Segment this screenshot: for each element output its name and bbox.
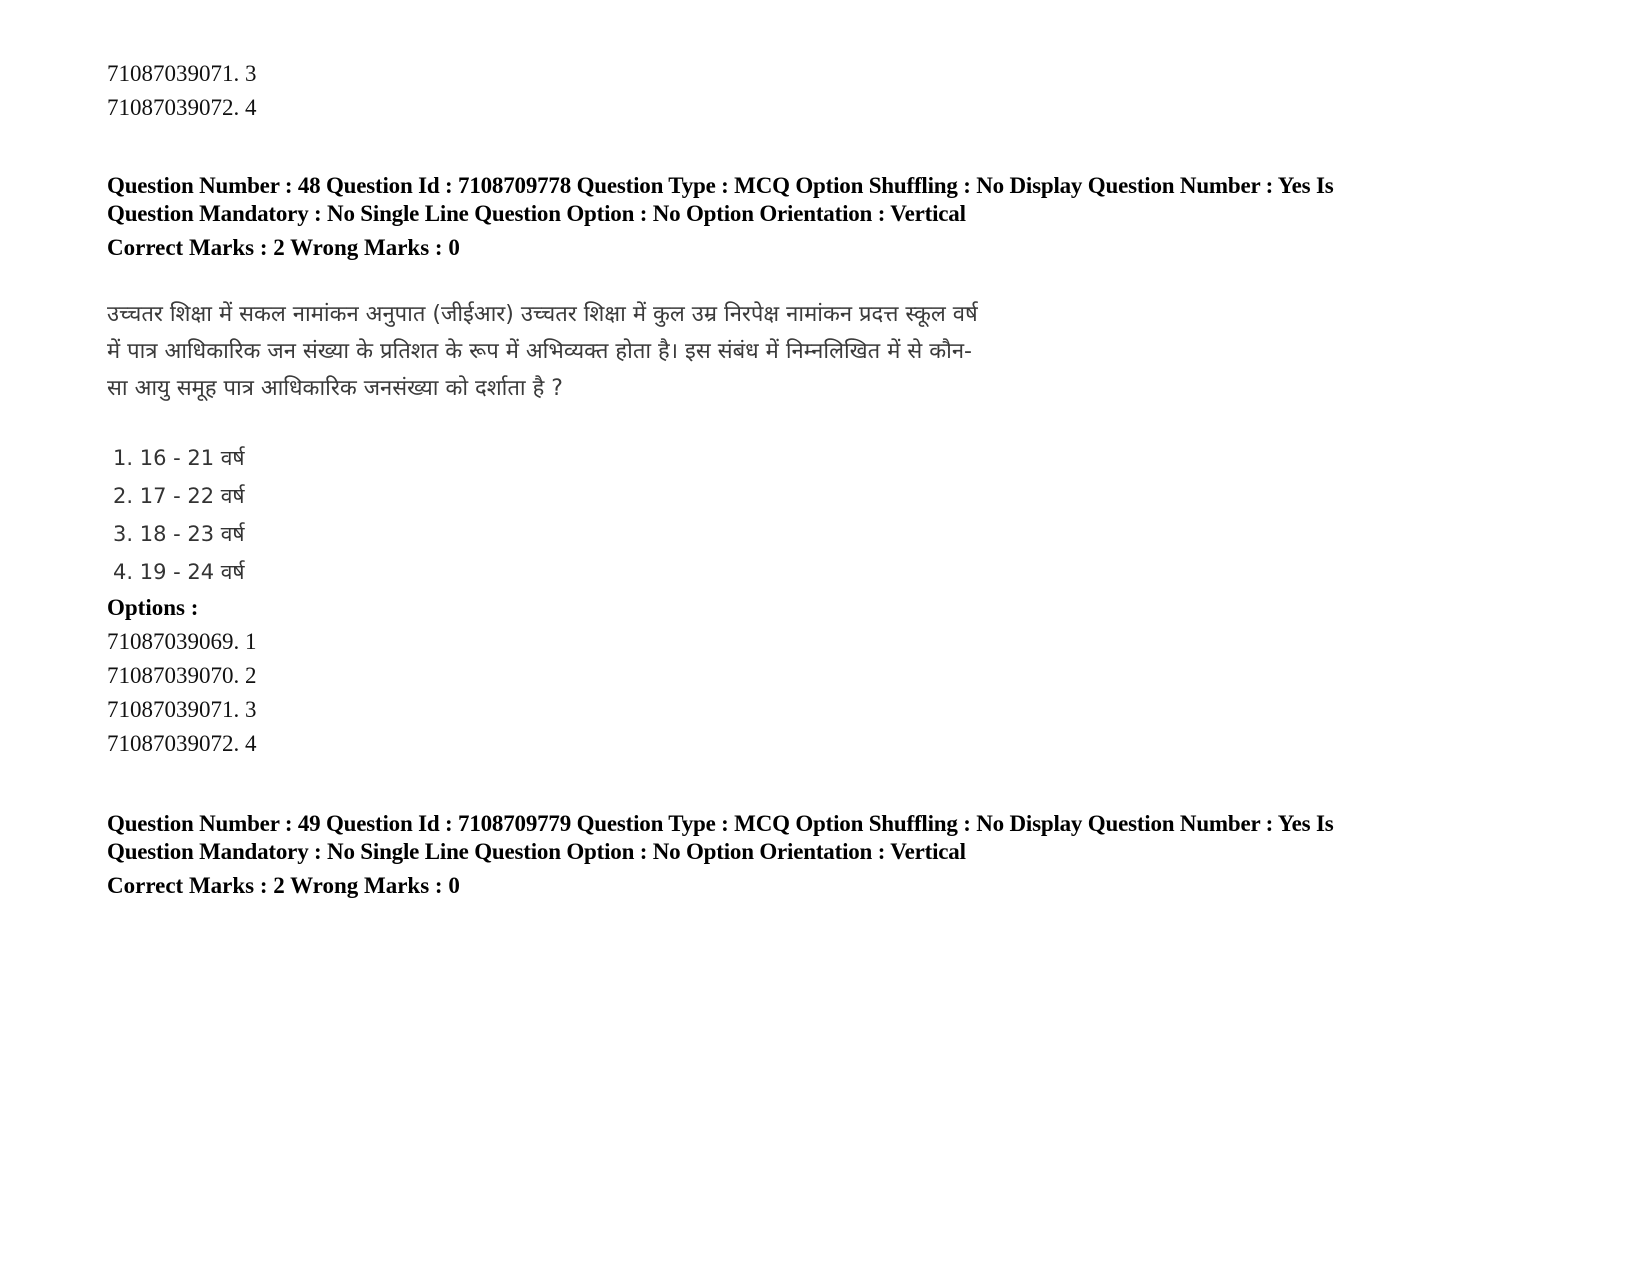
question-48-text: उच्चतर शिक्षा में सकल नामांकन अनुपात (जी… — [107, 296, 1187, 407]
choice-4: 4. 19 - 24 वर्ष — [113, 560, 245, 584]
option-row: 71087039070. 2 — [107, 663, 257, 688]
options-label: Options : — [107, 595, 199, 620]
option-id: 71087039070 — [107, 663, 234, 688]
question-49-meta-line-1: Question Number : 49 Question Id : 71087… — [107, 811, 1334, 836]
question-text-line: सा आयु समूह पात्र आधिकारिक जनसंख्या को द… — [107, 376, 563, 401]
option-number: 1 — [245, 629, 257, 654]
question-49-marks: Correct Marks : 2 Wrong Marks : 0 — [107, 873, 460, 898]
option-row: 71087039071. 3 — [107, 697, 257, 722]
question-text-line: उच्चतर शिक्षा में सकल नामांकन अनुपात (जी… — [107, 302, 978, 327]
option-number: 3 — [245, 61, 257, 86]
question-48-meta-line-1: Question Number : 48 Question Id : 71087… — [107, 173, 1334, 198]
question-48-meta-line-2: Question Mandatory : No Single Line Ques… — [107, 201, 966, 226]
option-id: 71087039072 — [107, 95, 234, 120]
prev-option-3: 71087039071. 3 — [107, 61, 257, 86]
option-id: 71087039072 — [107, 731, 234, 756]
choice-2: 2. 17 - 22 वर्ष — [113, 484, 245, 508]
option-id: 71087039071 — [107, 61, 234, 86]
option-id: 71087039071 — [107, 697, 234, 722]
choice-1: 1. 16 - 21 वर्ष — [113, 446, 245, 470]
option-number: 2 — [245, 663, 257, 688]
question-49-meta-line-2: Question Mandatory : No Single Line Ques… — [107, 839, 966, 864]
option-number: 4 — [245, 95, 257, 120]
prev-option-4: 71087039072. 4 — [107, 95, 257, 120]
option-row: 71087039069. 1 — [107, 629, 257, 654]
question-text-line: में पात्र आधिकारिक जन संख्या के प्रतिशत … — [107, 339, 972, 364]
option-id: 71087039069 — [107, 629, 234, 654]
question-49-meta: Question Number : 49 Question Id : 71087… — [107, 810, 1527, 866]
option-number: 4 — [245, 731, 257, 756]
question-48-meta: Question Number : 48 Question Id : 71087… — [107, 172, 1527, 228]
option-row: 71087039072. 4 — [107, 731, 257, 756]
choice-3: 3. 18 - 23 वर्ष — [113, 522, 245, 546]
question-48-marks: Correct Marks : 2 Wrong Marks : 0 — [107, 235, 460, 260]
option-number: 3 — [245, 697, 257, 722]
